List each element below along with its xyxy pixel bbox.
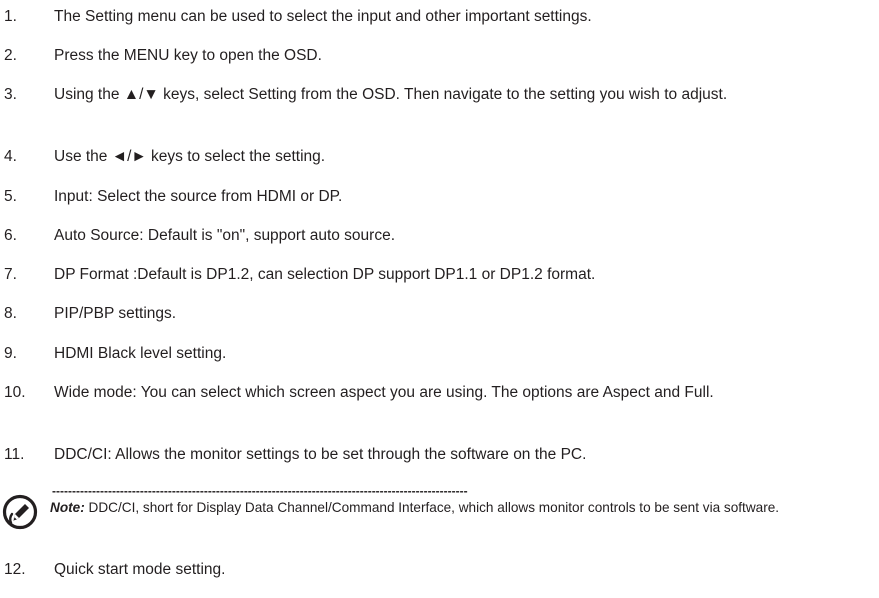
note-body: DDC/CI, short for Display Data Channel/C… bbox=[84, 500, 780, 515]
item-text: Quick start mode setting. bbox=[54, 561, 226, 578]
item-number: 2. bbox=[4, 47, 17, 64]
item-number: 4. bbox=[4, 148, 17, 165]
item-text: Using the ▲/▼ keys, select Setting from … bbox=[54, 86, 728, 103]
item-text: The Setting menu can be used to select t… bbox=[54, 8, 592, 25]
item-number: 6. bbox=[4, 227, 17, 244]
item-number: 3. bbox=[4, 86, 17, 103]
item-text: DDC/CI: Allows the monitor settings to b… bbox=[54, 446, 587, 463]
item-text: Press the MENU key to open the OSD. bbox=[54, 47, 322, 64]
item-number: 10. bbox=[4, 384, 26, 401]
note-box: ----------------------------------------… bbox=[0, 484, 879, 554]
item-number: 11. bbox=[4, 446, 25, 463]
item-number: 8. bbox=[4, 305, 17, 322]
item-text: Input: Select the source from HDMI or DP… bbox=[54, 188, 343, 205]
item-text: Use the ◄/► keys to select the setting. bbox=[54, 148, 326, 165]
item-text: PIP/PBP settings. bbox=[54, 305, 177, 322]
item-number: 12. bbox=[4, 561, 26, 578]
item-number: 7. bbox=[4, 266, 17, 283]
note-label: Note: bbox=[50, 500, 85, 515]
item-number: 9. bbox=[4, 345, 17, 362]
item-text: Wide mode: You can select which screen a… bbox=[54, 384, 714, 401]
note-text: Note: DDC/CI, short for Display Data Cha… bbox=[50, 499, 840, 517]
note-divider: ----------------------------------------… bbox=[52, 484, 468, 498]
item-text: Auto Source: Default is "on", support au… bbox=[54, 227, 395, 244]
item-text: DP Format :Default is DP1.2, can selecti… bbox=[54, 266, 596, 283]
item-number: 5. bbox=[4, 188, 17, 205]
item-text: HDMI Black level setting. bbox=[54, 345, 227, 362]
item-number: 1. bbox=[4, 8, 17, 25]
note-pen-icon bbox=[2, 494, 38, 530]
